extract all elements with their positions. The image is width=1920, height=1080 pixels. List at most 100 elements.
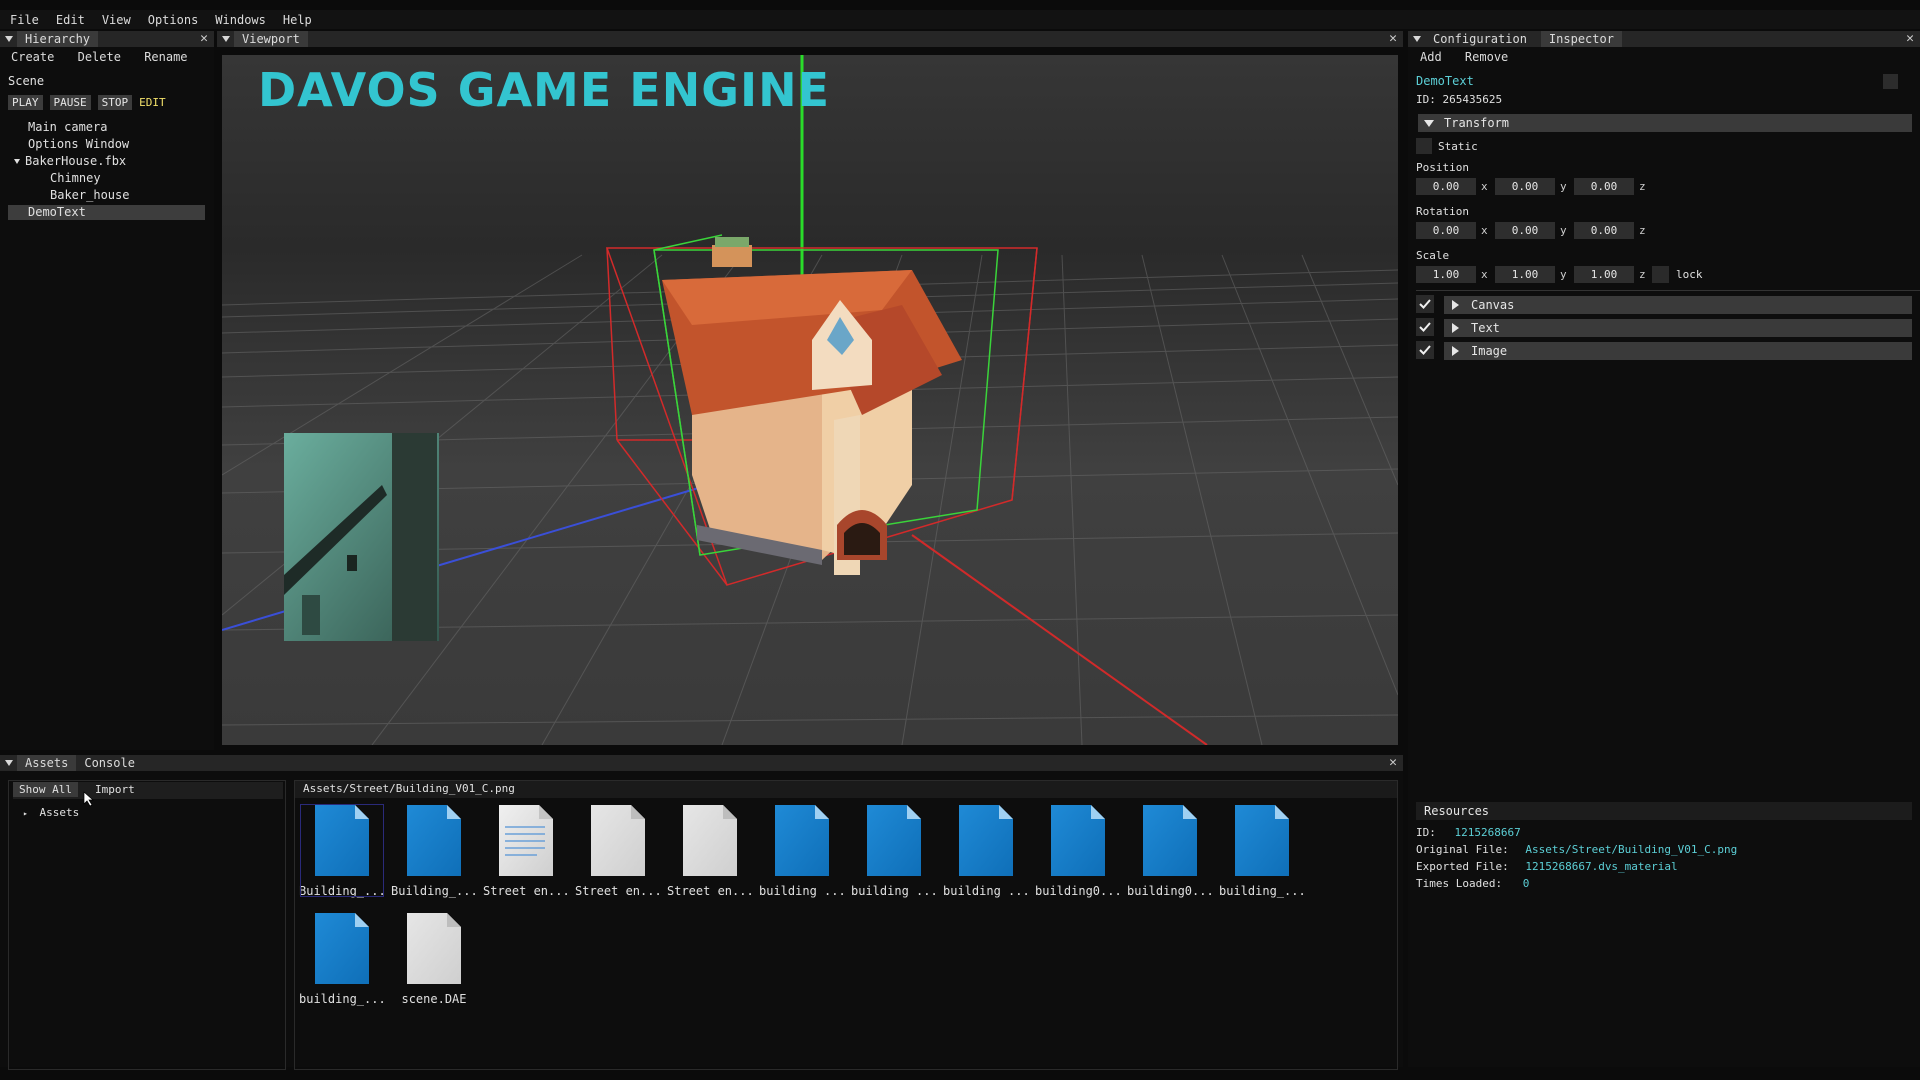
menu-help[interactable]: Help (283, 13, 312, 27)
scene-viewport[interactable]: DAVOS GAME ENGINE (222, 55, 1398, 745)
asset-path: Assets/Street/Building_V01_C.png (303, 782, 515, 795)
position-z-field[interactable]: 0.00 (1574, 178, 1634, 195)
create-button[interactable]: Create (11, 50, 54, 64)
stop-button[interactable]: STOP (97, 95, 133, 110)
rename-button[interactable]: Rename (144, 50, 187, 64)
assets-header: Assets Console ✕ (0, 755, 1403, 771)
scale-z-field[interactable]: 1.00 (1574, 266, 1634, 283)
blank-file-icon (405, 911, 463, 986)
tab-inspector[interactable]: Inspector (1540, 31, 1622, 47)
active-checkbox[interactable] (1883, 74, 1898, 89)
tab-console[interactable]: Console (76, 755, 143, 771)
add-component-button[interactable]: Add (1420, 50, 1442, 64)
collapse-icon[interactable] (5, 760, 13, 766)
checkmark-icon (1419, 345, 1431, 355)
object-id: ID: 265435625 (1416, 93, 1503, 106)
mouse-cursor-icon (83, 791, 94, 807)
x-axis-label: x (1481, 268, 1488, 281)
tab-viewport[interactable]: Viewport (234, 31, 308, 47)
position-x-field[interactable]: 0.00 (1416, 178, 1476, 195)
asset-path-bar: Assets/Street/Building_V01_C.png (295, 781, 1397, 798)
asset-file-item[interactable]: building0... (1035, 803, 1122, 898)
hierarchy-item[interactable]: Baker_house (50, 188, 129, 202)
scale-x-field[interactable]: 1.00 (1416, 266, 1476, 283)
image-file-icon (1141, 803, 1199, 878)
hierarchy-item[interactable]: Chimney (50, 171, 101, 185)
edit-mode-label[interactable]: EDIT (139, 96, 166, 109)
divider (1416, 290, 1920, 291)
show-all-button[interactable]: Show All (13, 782, 78, 797)
asset-file-item[interactable]: Building_... (299, 803, 386, 898)
asset-tree-root[interactable]: ▸ Assets (23, 806, 79, 819)
hierarchy-item[interactable]: Options Window (28, 137, 129, 151)
close-icon[interactable]: ✕ (1389, 755, 1397, 771)
times-loaded-value: 0 (1522, 877, 1530, 890)
resource-id-label: ID: (1416, 826, 1436, 839)
asset-file-item[interactable]: building0... (1127, 803, 1214, 898)
collapse-icon[interactable] (1413, 36, 1421, 42)
rotation-x-field[interactable]: 0.00 (1416, 222, 1476, 239)
collapse-icon[interactable] (5, 36, 13, 42)
import-button[interactable]: Import (95, 783, 135, 796)
component-header[interactable]: Image (1444, 342, 1912, 360)
asset-file-item[interactable]: building_... (299, 911, 386, 1006)
original-file-label: Original File: (1416, 843, 1509, 856)
hierarchy-item[interactable]: DemoText (8, 205, 205, 220)
collapse-icon[interactable] (222, 36, 230, 42)
expand-icon (1452, 300, 1459, 310)
asset-file-item[interactable]: building ... (759, 803, 846, 898)
remove-component-button[interactable]: Remove (1465, 50, 1508, 64)
scale-lock-checkbox[interactable] (1652, 266, 1669, 283)
close-icon[interactable]: ✕ (200, 31, 208, 47)
scale-y-field[interactable]: 1.00 (1495, 266, 1555, 283)
tab-hierarchy[interactable]: Hierarchy (17, 31, 99, 47)
asset-file-item[interactable]: Street en... (575, 803, 662, 898)
x-axis-line (911, 534, 1208, 745)
delete-button[interactable]: Delete (78, 50, 121, 64)
component-header[interactable]: Canvas (1444, 296, 1912, 314)
original-file-value: Assets/Street/Building_V01_C.png (1525, 843, 1738, 856)
asset-file-item[interactable]: building_... (1219, 803, 1306, 898)
image-file-icon (1233, 803, 1291, 878)
tab-assets[interactable]: Assets (17, 755, 77, 771)
image-file-icon (865, 803, 923, 878)
asset-file-item[interactable]: building ... (943, 803, 1030, 898)
component-header[interactable]: Text (1444, 319, 1912, 337)
hierarchy-item[interactable]: Main camera (28, 120, 107, 134)
lock-label: lock (1676, 268, 1703, 281)
menu-edit[interactable]: Edit (56, 13, 85, 27)
expand-icon (1452, 323, 1459, 333)
menu-file[interactable]: File (10, 13, 39, 27)
component-enabled-checkbox[interactable] (1416, 318, 1434, 336)
asset-file-item[interactable]: Street en... (483, 803, 570, 898)
hierarchy-item-label: Main camera (28, 120, 108, 134)
resources-label: Resources (1424, 804, 1490, 818)
tab-configuration[interactable]: Configuration (1425, 31, 1535, 47)
text-file-icon (497, 803, 555, 878)
menu-windows[interactable]: Windows (215, 13, 266, 27)
close-icon[interactable]: ✕ (1389, 31, 1397, 47)
rotation-z-field[interactable]: 0.00 (1574, 222, 1634, 239)
close-icon[interactable]: ✕ (1906, 31, 1914, 47)
asset-file-item[interactable]: Building_... (391, 803, 478, 898)
menu-view[interactable]: View (102, 13, 131, 27)
resources-info: ID: 1215268667 Original File: Assets/Str… (1416, 824, 1737, 892)
asset-file-name: building ... (759, 884, 846, 898)
asset-file-item[interactable]: scene.DAE (391, 911, 477, 1006)
expand-arrow-icon[interactable] (14, 159, 20, 164)
static-checkbox[interactable] (1416, 138, 1432, 154)
play-button[interactable]: PLAY (8, 95, 43, 110)
rotation-y-field[interactable]: 0.00 (1495, 222, 1555, 239)
image-file-icon (313, 911, 371, 986)
pause-button[interactable]: PAUSE (49, 95, 91, 110)
image-file-icon (957, 803, 1015, 878)
position-y-field[interactable]: 0.00 (1495, 178, 1555, 195)
asset-file-item[interactable]: building ... (851, 803, 938, 898)
asset-file-item[interactable]: Street en... (667, 803, 754, 898)
viewport-overlay-title: DAVOS GAME ENGINE (258, 63, 830, 117)
component-enabled-checkbox[interactable] (1416, 295, 1434, 313)
menu-options[interactable]: Options (148, 13, 199, 27)
component-enabled-checkbox[interactable] (1416, 341, 1434, 359)
transform-header[interactable]: Transform (1418, 114, 1912, 132)
hierarchy-item[interactable]: BakerHouse.fbx (14, 154, 126, 168)
